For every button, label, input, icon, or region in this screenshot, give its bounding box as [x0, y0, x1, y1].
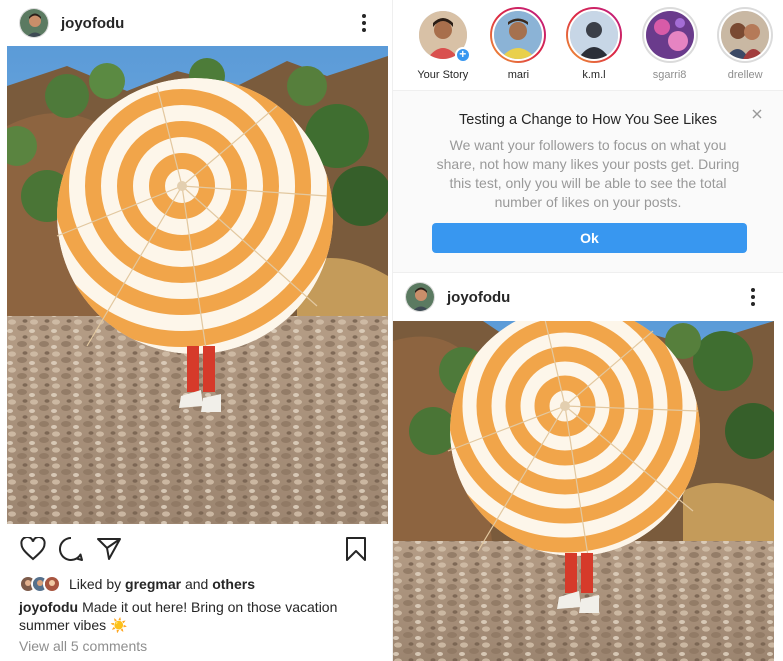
story-your-story[interactable]: + Your Story — [405, 7, 481, 90]
add-story-icon[interactable]: + — [454, 47, 471, 63]
story-name: sgarri8 — [652, 69, 687, 81]
story-sgarri8[interactable]: sgarri8 — [632, 7, 708, 90]
avatar — [43, 575, 61, 593]
avatar — [719, 9, 772, 61]
more-icon[interactable] — [352, 11, 376, 35]
story-mari[interactable]: mari — [481, 7, 557, 90]
avatar[interactable] — [405, 282, 435, 312]
liker-username[interactable]: gregmar — [125, 576, 181, 592]
close-icon[interactable] — [749, 106, 765, 122]
liker-avatars — [19, 575, 61, 593]
notice-body: We want your followers to focus on what … — [436, 137, 740, 210]
post-photo[interactable] — [7, 46, 388, 524]
stories-tray: + Your Story mari k.m.l sgarri8 drellew — [393, 0, 783, 90]
avatar[interactable] — [19, 8, 49, 38]
story-ring: + — [415, 7, 471, 63]
ok-button[interactable]: Ok — [432, 223, 747, 253]
post-photo[interactable] — [393, 321, 774, 661]
story-ring — [490, 7, 547, 63]
more-icon[interactable] — [741, 285, 765, 309]
post-username[interactable]: joyofodu — [447, 289, 510, 306]
left-phone-screen: joyofodu Liked by gregmar and others joy… — [0, 0, 392, 661]
bookmark-icon[interactable] — [342, 535, 370, 563]
story-drellew[interactable]: drellew — [707, 7, 783, 90]
post-caption: joyofodu Made it out here! Bring on those… — [19, 598, 349, 634]
likes-prefix: Liked by — [69, 576, 122, 592]
right-phone-screen: + Your Story mari k.m.l sgarri8 drellew … — [392, 0, 783, 661]
story-ring — [565, 7, 622, 63]
likes-test-notice: Testing a Change to How You See Likes We… — [393, 90, 783, 273]
caption-username[interactable]: joyofodu — [19, 599, 78, 615]
post-username[interactable]: joyofodu — [61, 15, 124, 32]
heart-icon[interactable] — [19, 535, 47, 563]
post-header: joyofodu — [0, 0, 392, 46]
view-comments-link[interactable]: View all 5 comments — [19, 638, 147, 654]
post-header: joyofodu — [393, 274, 783, 320]
avatar — [567, 9, 620, 61]
story-name: k.m.l — [582, 69, 606, 81]
comment-icon[interactable] — [57, 535, 85, 563]
story-name: Your Story — [417, 69, 469, 81]
notice-title: Testing a Change to How You See Likes — [459, 112, 717, 128]
story-name: mari — [507, 69, 530, 81]
story-ring — [641, 7, 698, 63]
likes-summary[interactable]: Liked by gregmar and others — [19, 573, 255, 595]
post-action-bar — [19, 534, 370, 564]
story-name: drellew — [727, 69, 763, 81]
story-ring — [717, 7, 774, 63]
story-kml[interactable]: k.m.l — [556, 7, 632, 90]
avatar — [643, 9, 696, 61]
share-icon[interactable] — [95, 535, 123, 563]
avatar — [492, 9, 545, 61]
likes-and: and — [184, 576, 209, 592]
likes-others[interactable]: others — [212, 576, 255, 592]
